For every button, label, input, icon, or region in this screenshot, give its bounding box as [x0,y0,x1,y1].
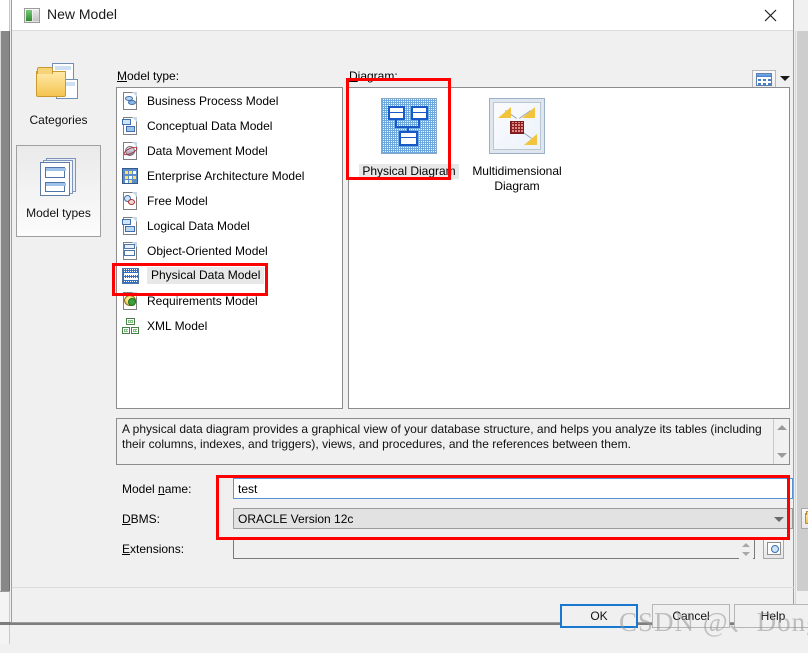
physical-data-model-icon [121,266,140,286]
data-movement-model-icon [121,141,140,161]
categories-icon [36,63,82,107]
view-mode-button[interactable] [752,70,776,88]
diagram-item-multidimensional[interactable]: Multidimensional Diagram [467,96,567,194]
footer-divider [12,587,795,588]
list-item[interactable]: Requirements Model [117,288,342,313]
list-item-label: Data Movement Model [147,144,268,158]
object-oriented-model-icon [121,241,140,261]
model-name-label: Model name: [122,482,191,496]
free-model-icon [121,191,140,211]
application-icon [24,8,40,23]
multidimensional-diagram-icon [486,96,548,158]
list-item[interactable]: Object-Oriented Model [117,238,342,263]
list-item-label: Enterprise Architecture Model [147,169,304,183]
outer-window-left-top [0,0,10,31]
chevron-down-icon [774,517,784,522]
list-item-label: XML Model [147,319,207,333]
extensions-input[interactable] [233,538,755,559]
model-type-label: Model type: [117,69,179,83]
dbms-selected-value: ORACLE Version 12c [238,512,353,526]
model-name-row: Model name: [116,478,790,500]
list-view-icon [756,73,772,86]
outer-window-scrollbar[interactable] [795,31,808,622]
model-type-list[interactable]: Business Process Model Conceptual Data M… [116,87,343,409]
description-panel: A physical data diagram provides a graph… [116,418,790,465]
conceptual-data-model-icon [121,116,140,136]
xml-model-icon [121,316,140,336]
magnifier-icon [767,542,781,555]
spin-down-icon[interactable] [742,552,750,556]
scroll-up-icon[interactable] [777,425,787,430]
list-item[interactable]: Conceptual Data Model [117,113,342,138]
business-process-model-icon [121,91,140,111]
extensions-label: Extensions: [122,542,184,556]
extensions-stepper[interactable] [739,540,753,559]
folder-icon [805,513,808,524]
sidebar-item-label: Categories [29,113,87,127]
dbms-select[interactable]: ORACLE Version 12c [233,508,793,529]
dbms-label: DBMS: [122,512,160,526]
dialog-titlebar: New Model [12,0,793,31]
scrollbar-thumb[interactable] [797,31,808,591]
ok-button[interactable]: OK [560,604,638,628]
list-item[interactable]: Free Model [117,188,342,213]
close-button[interactable] [747,0,793,30]
list-item-label: Logical Data Model [147,219,250,233]
cancel-button[interactable]: Cancel [652,604,730,628]
dbms-row: DBMS: ORACLE Version 12c [116,508,790,530]
list-item-label: Physical Data Model [147,267,264,284]
dialog-buttons: OK Cancel Help [12,594,795,653]
list-item-label: Conceptual Data Model [147,119,272,133]
requirements-model-icon [121,291,140,311]
scroll-down-icon[interactable] [777,453,787,458]
extensions-select-button[interactable] [763,538,784,559]
list-item-label: Business Process Model [147,94,278,108]
list-item[interactable]: Business Process Model [117,88,342,113]
form-area: Model name: DBMS: ORACLE Version 12c Ext… [116,478,790,563]
list-item-physical-data-model[interactable]: Physical Data Model [117,263,342,288]
diagram-item-label: Physical Diagram [359,164,458,179]
new-model-dialog: New Model Categories Model types [11,0,794,623]
outer-window-left-strip [0,31,10,591]
logical-data-model-icon [121,216,140,236]
description-text: A physical data diagram provides a graph… [122,422,768,452]
diagram-item-physical[interactable]: Physical Diagram [359,96,459,179]
list-item-label: Requirements Model [147,294,258,308]
close-icon [764,9,777,22]
list-item-label: Free Model [147,194,208,208]
list-item[interactable]: XML Model [117,313,342,338]
description-scrollbar[interactable] [773,419,789,464]
sidebar-item-model-types[interactable]: Model types [16,145,101,237]
sidebar-item-label: Model types [26,206,91,220]
list-item[interactable]: Data Movement Model [117,138,342,163]
extensions-row: Extensions: [116,538,790,560]
chevron-down-icon[interactable] [780,76,790,81]
list-item[interactable]: Enterprise Architecture Model [117,163,342,188]
dialog-title: New Model [47,6,117,22]
sidebar-item-categories[interactable]: Categories [16,53,101,145]
outer-window-left-bottom [0,591,10,644]
enterprise-architecture-model-icon [121,166,140,186]
diagram-item-label: Multidimensional Diagram [467,164,567,194]
dbms-browse-button[interactable] [801,508,808,529]
diagram-list[interactable]: Physical Diagram Multidimensional [348,87,790,409]
model-types-icon [36,156,82,200]
model-name-input[interactable] [233,478,793,499]
diagram-label: Diagram: [349,69,398,83]
list-item-label: Object-Oriented Model [147,244,268,258]
dialog-sidebar: Categories Model types [16,53,101,263]
spin-up-icon[interactable] [742,543,750,547]
dialog-body: Categories Model types Model type: Diagr… [12,31,793,623]
help-button[interactable]: Help [734,604,808,628]
physical-diagram-icon [378,96,440,158]
list-item[interactable]: Logical Data Model [117,213,342,238]
